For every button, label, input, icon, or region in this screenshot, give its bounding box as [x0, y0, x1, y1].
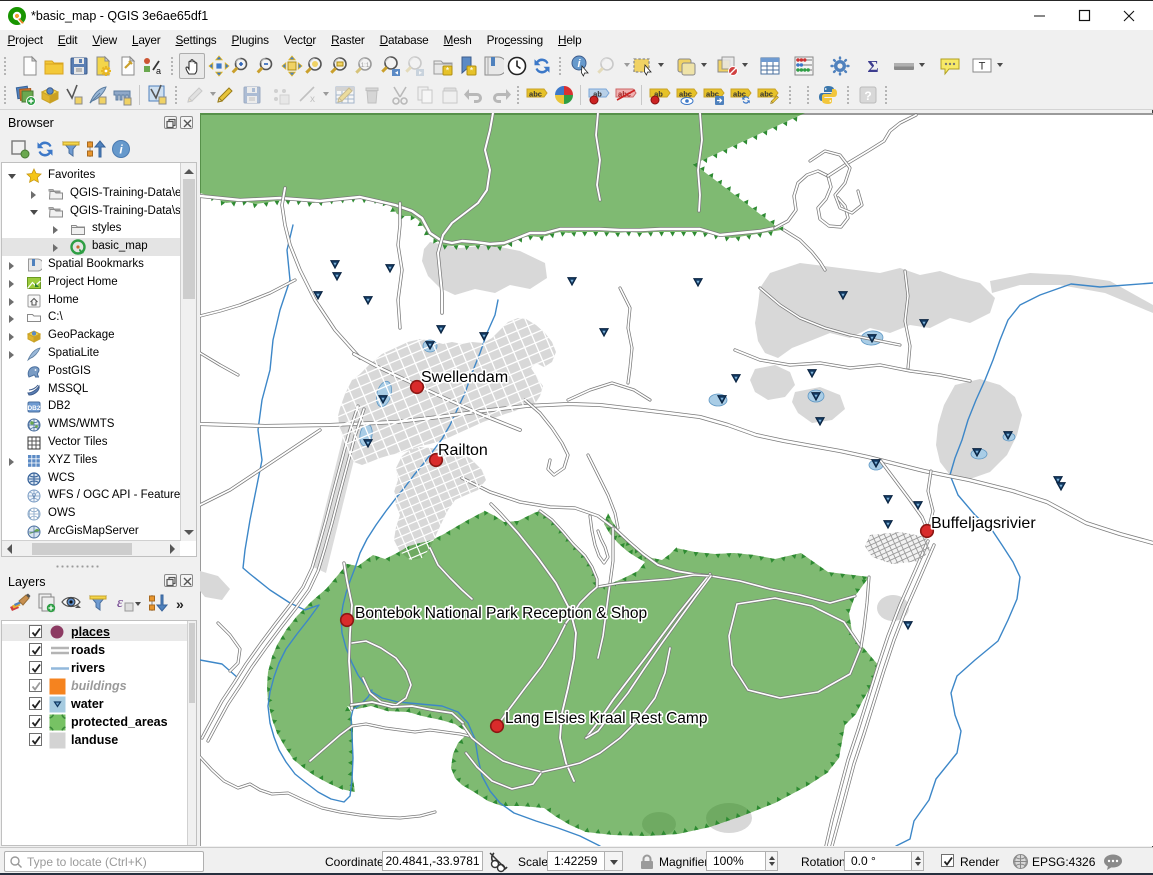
svg-text:DB2: DB2 [27, 405, 40, 412]
svg-text:?: ? [864, 89, 871, 103]
svg-text:Swellendam: Swellendam [421, 369, 508, 386]
svg-text:x: x [310, 94, 315, 105]
svg-text:*: * [470, 66, 474, 76]
svg-text:Buffeljagsrivier: Buffeljagsrivier [931, 515, 1036, 532]
svg-text:*: * [446, 66, 450, 76]
svg-text:Railton: Railton [438, 442, 488, 459]
svg-text:a: a [156, 66, 161, 76]
svg-text:V: V [32, 495, 36, 501]
svg-text:Lang Elsies Kraal Rest Camp: Lang Elsies Kraal Rest Camp [505, 710, 707, 727]
svg-text:abc: abc [529, 90, 542, 99]
svg-text:ε: ε [117, 595, 123, 611]
svg-text:Σ: Σ [867, 57, 878, 76]
svg-text:Bontebok National Park Recepti: Bontebok National Park Reception & Shop [355, 605, 647, 622]
svg-text:1:1: 1:1 [361, 63, 370, 69]
svg-text:abc: abc [760, 90, 773, 99]
svg-text:T: T [979, 61, 986, 73]
